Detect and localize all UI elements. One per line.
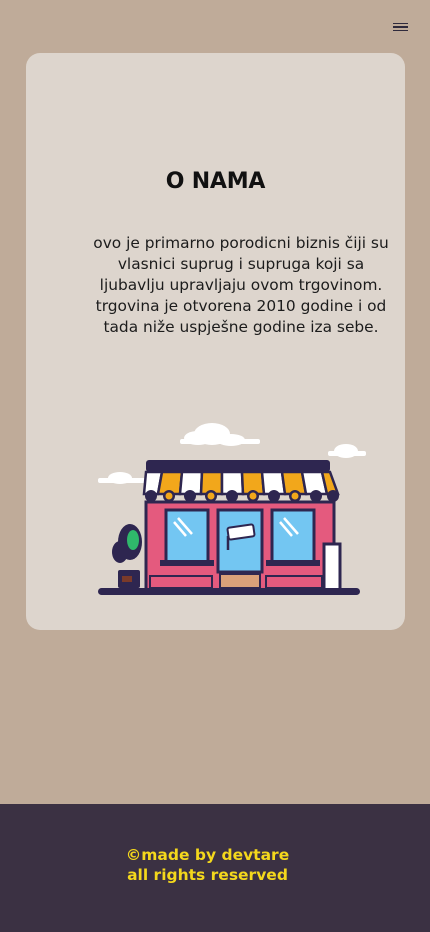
menu-icon-bar bbox=[392, 22, 408, 25]
menu-icon-bar bbox=[392, 29, 408, 32]
footer-rights: all rights reserved bbox=[127, 866, 288, 884]
cloud-icon bbox=[180, 423, 260, 446]
about-card: O NAMA ovo je primarno porodicni biznis … bbox=[26, 53, 405, 630]
menu-icon-bar bbox=[392, 26, 408, 28]
door-sign-icon bbox=[226, 523, 256, 541]
plant-icon bbox=[112, 524, 142, 588]
shop-awning bbox=[142, 470, 340, 496]
shop-storefront-illustration bbox=[98, 423, 366, 595]
about-description: ovo je primarno porodicni biznis čiji su… bbox=[93, 234, 389, 336]
footer: ©made by devtare all rights reserved bbox=[0, 804, 430, 932]
hamburger-menu-button[interactable] bbox=[388, 16, 412, 38]
cloud-icon bbox=[328, 444, 366, 458]
page-title: O NAMA bbox=[165, 169, 266, 194]
footer-credit: ©made by devtare bbox=[125, 846, 290, 864]
